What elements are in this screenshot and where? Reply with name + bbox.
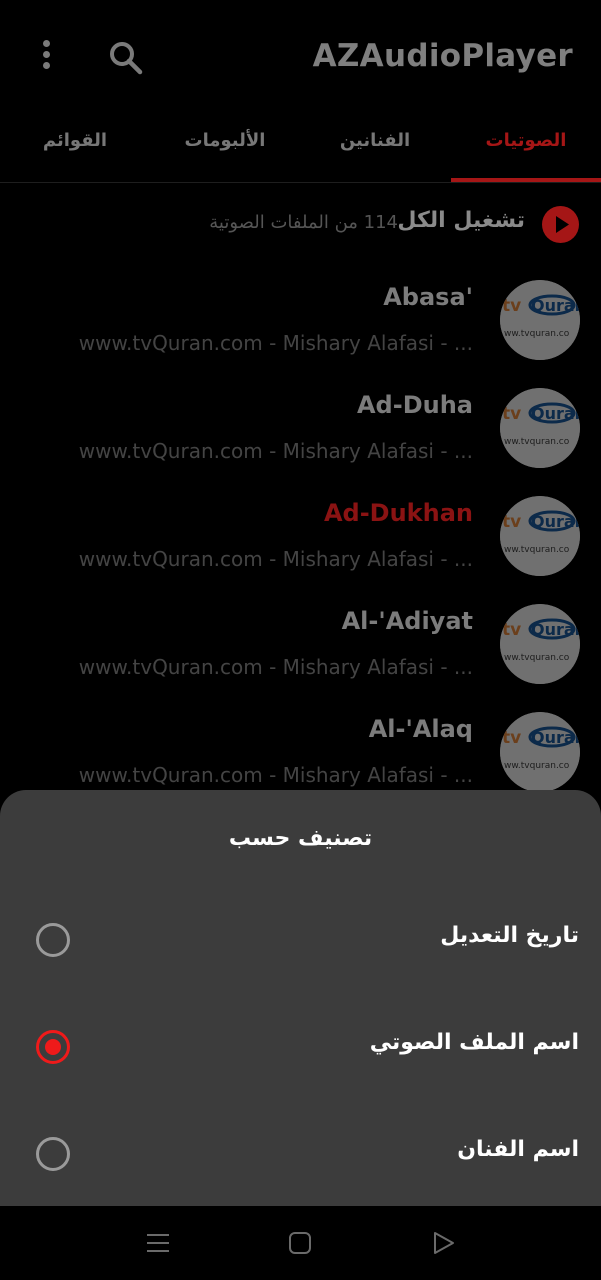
radio-button-selected[interactable] (36, 1030, 70, 1064)
tvquran-thumbnail: tv Quran ww.tvquran.co (500, 280, 580, 360)
sheet-title: تصنيف حسب (228, 826, 373, 851)
tab-artists[interactable]: الفنانين (300, 130, 450, 151)
svg-text:Quran: Quran (531, 512, 580, 531)
app-title: AZAudioPlayer (312, 38, 573, 74)
song-subtitle: www.tvQuran.com - Mishary Alafasi - ... (78, 655, 473, 679)
sort-option-artist-name[interactable]: اسم الفنان (0, 1114, 601, 1194)
song-item[interactable]: tv Quran ww.tvquran.co Al-'Adiyat www.tv… (0, 604, 601, 712)
song-title: Ad-Duha (356, 391, 473, 419)
tab-albums[interactable]: الألبومات (150, 130, 300, 151)
svg-text:tv: tv (502, 296, 521, 316)
svg-text:tv: tv (502, 512, 521, 532)
app-bar: AZAudioPlayer (0, 0, 601, 112)
active-tab-indicator (451, 178, 601, 182)
tvquran-thumbnail: tv Quran ww.tvquran.co (500, 388, 580, 468)
svg-text:Quran: Quran (531, 404, 580, 423)
search-icon[interactable] (106, 38, 146, 78)
song-title: Ad-Dukhan (323, 499, 473, 527)
svg-text:ww.tvquran.co: ww.tvquran.co (504, 437, 570, 447)
tab-bar: الصوتيات الفنانين الألبومات القوائم (0, 112, 601, 183)
svg-text:tv: tv (502, 728, 521, 748)
svg-text:Quran: Quran (531, 296, 580, 315)
home-nav-icon[interactable] (285, 1228, 315, 1258)
tab-playlists[interactable]: القوائم (0, 130, 150, 151)
svg-text:Quran: Quran (531, 620, 580, 639)
song-subtitle: www.tvQuran.com - Mishary Alafasi - ... (78, 547, 473, 571)
sort-option-date-modified[interactable]: تاريخ التعديل (0, 900, 601, 980)
tab-songs[interactable]: الصوتيات (451, 130, 601, 151)
sort-bottom-sheet: تصنيف حسب تاريخ التعديل اسم الملف الصوتي… (0, 790, 601, 1206)
song-item[interactable]: tv Quran ww.tvquran.co Ad-Duha www.tvQur… (0, 388, 601, 496)
tvquran-thumbnail: tv Quran ww.tvquran.co (500, 712, 580, 792)
radio-button[interactable] (36, 1137, 70, 1171)
system-nav-bar (0, 1206, 601, 1280)
radio-button[interactable] (36, 923, 70, 957)
song-count: 114 من الملفات الصوتية (209, 212, 398, 233)
svg-text:ww.tvquran.co: ww.tvquran.co (504, 329, 570, 339)
song-subtitle: www.tvQuran.com - Mishary Alafasi - ... (78, 439, 473, 463)
song-item-playing[interactable]: tv Quran ww.tvquran.co Ad-Dukhan www.tvQ… (0, 496, 601, 604)
play-all-label: تشغيل الكل (397, 208, 525, 233)
svg-text:ww.tvquran.co: ww.tvquran.co (504, 653, 570, 663)
svg-text:Quran: Quran (531, 728, 580, 747)
play-all-row[interactable]: تشغيل الكل 114 من الملفات الصوتية (0, 190, 601, 260)
song-item[interactable]: tv Quran ww.tvquran.co Abasa' www.tvQura… (0, 280, 601, 388)
tvquran-thumbnail: tv Quran ww.tvquran.co (500, 496, 580, 576)
sort-option-label: اسم الفنان (457, 1137, 579, 1162)
song-title: Abasa' (383, 283, 473, 311)
play-circle-icon[interactable] (542, 206, 579, 243)
menu-nav-icon[interactable] (143, 1228, 173, 1258)
tvquran-thumbnail: tv Quran ww.tvquran.co (500, 604, 580, 684)
song-subtitle: www.tvQuran.com - Mishary Alafasi - ... (78, 331, 473, 355)
svg-text:tv: tv (502, 620, 521, 640)
more-vert-icon[interactable] (36, 40, 56, 74)
sort-option-file-name[interactable]: اسم الملف الصوتي (0, 1007, 601, 1087)
svg-text:ww.tvquran.co: ww.tvquran.co (504, 545, 570, 555)
back-nav-icon[interactable] (428, 1228, 458, 1258)
sort-option-label: تاريخ التعديل (440, 923, 579, 948)
song-title: Al-'Alaq (368, 715, 473, 743)
svg-text:ww.tvquran.co: ww.tvquran.co (504, 761, 570, 771)
sort-option-label: اسم الملف الصوتي (369, 1030, 579, 1055)
song-title: Al-'Adiyat (341, 607, 473, 635)
song-subtitle: www.tvQuran.com - Mishary Alafasi - ... (78, 763, 473, 787)
svg-text:tv: tv (502, 404, 521, 424)
